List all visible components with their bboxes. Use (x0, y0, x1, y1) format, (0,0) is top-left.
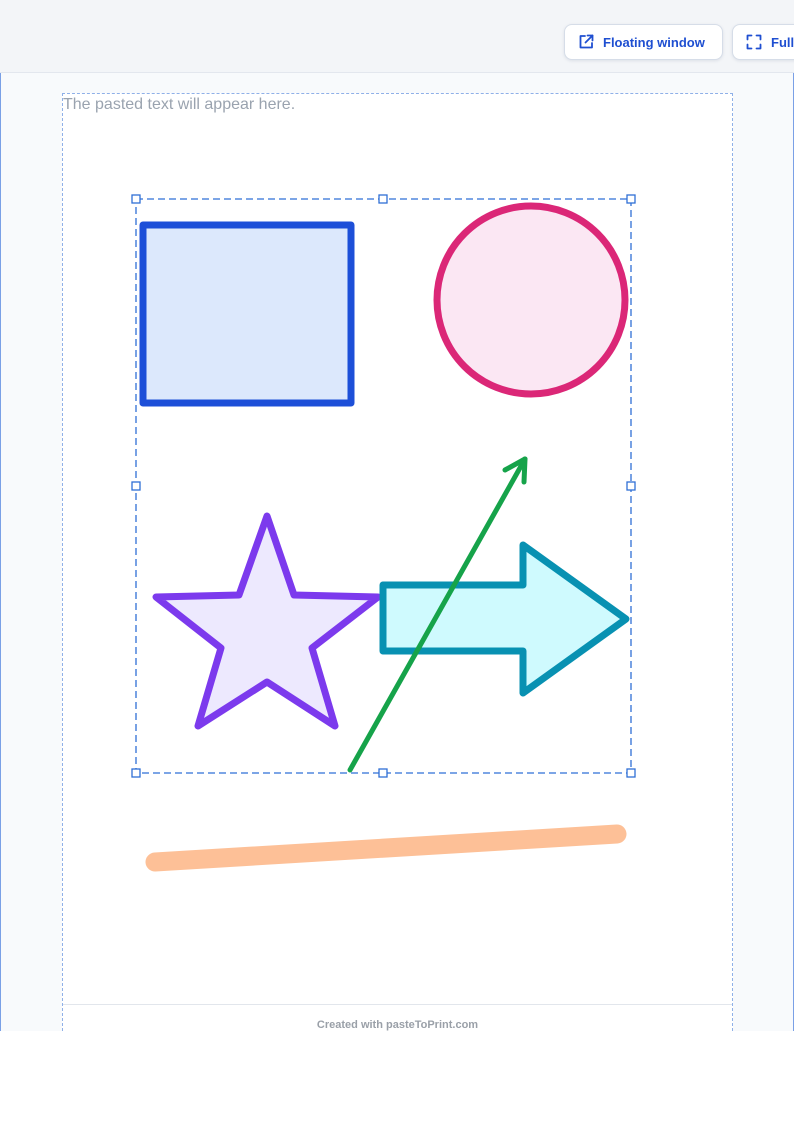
resize-handle-top-left[interactable] (131, 194, 141, 204)
star-shape[interactable] (152, 512, 382, 730)
fullscreen-label: Full (771, 34, 794, 50)
circle-shape[interactable] (433, 202, 629, 398)
top-toolbar: Floating window Full (0, 0, 794, 73)
resize-handle-top-right[interactable] (626, 194, 636, 204)
resize-handle-right[interactable] (626, 481, 636, 491)
fullscreen-icon (745, 33, 763, 51)
external-window-icon (577, 33, 595, 51)
resize-handle-bottom-right[interactable] (626, 768, 636, 778)
canvas-area: The pasted text will appear here. Create… (0, 73, 794, 1031)
resize-handle-bottom-left[interactable] (131, 768, 141, 778)
resize-handle-top[interactable] (378, 194, 388, 204)
floating-window-button[interactable]: Floating window (564, 24, 723, 60)
resize-handle-bottom[interactable] (378, 768, 388, 778)
block-arrow-shape[interactable] (379, 541, 630, 697)
fullscreen-button[interactable]: Full (732, 24, 794, 60)
resize-handle-left[interactable] (131, 481, 141, 491)
rectangle-shape[interactable] (139, 221, 355, 407)
highlighter-stroke[interactable] (145, 824, 627, 872)
drawing-canvas[interactable] (1, 73, 793, 1031)
floating-window-label: Floating window (603, 34, 705, 50)
